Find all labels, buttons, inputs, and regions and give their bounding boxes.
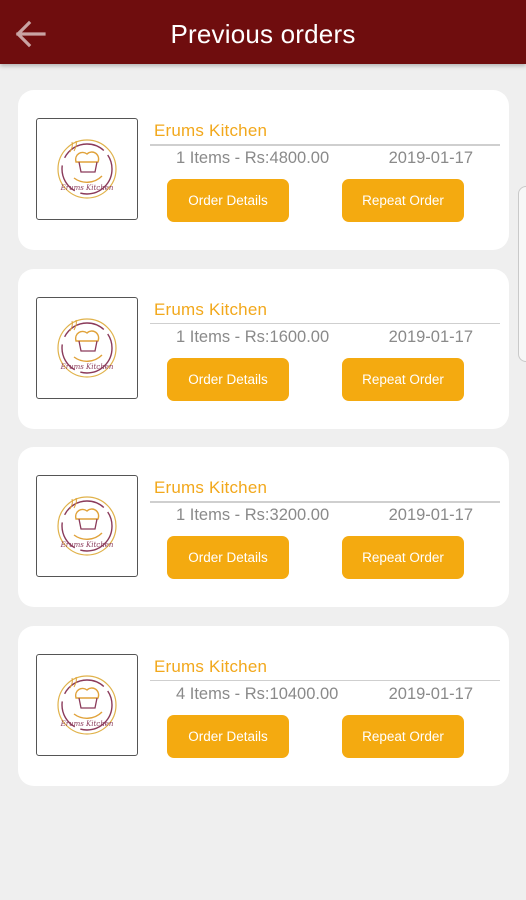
divider <box>150 144 500 146</box>
order-summary: 4 Items - Rs:10400.00 <box>176 684 339 703</box>
logo-text: Erums Kitchen <box>60 541 114 549</box>
kitchen-name: Erums Kitchen <box>154 121 268 140</box>
divider <box>150 322 500 324</box>
app-bar: Previous orders <box>0 0 526 64</box>
repeat-order-button[interactable]: Repeat Order <box>342 536 464 579</box>
order-summary: 1 Items - Rs:3200.00 <box>176 506 330 524</box>
logo-text: Erums Kitchen <box>60 184 114 192</box>
order-date: 2019-01-17 <box>388 506 473 524</box>
repeat-order-button[interactable]: Repeat Order <box>342 179 464 222</box>
kitchen-logo: Erums Kitchen <box>36 653 138 756</box>
orders-list: Erums Kitchen Erums Kitchen 1 Items - Rs… <box>18 90 509 804</box>
chef-logo-icon: Erums Kitchen <box>57 674 117 735</box>
kitchen-logo: Erums Kitchen <box>36 118 138 220</box>
order-date: 2019-01-17 <box>388 684 473 703</box>
kitchen-logo: Erums Kitchen <box>36 475 138 577</box>
order-date: 2019-01-17 <box>388 149 473 167</box>
order-details-button[interactable]: Order Details <box>167 714 289 758</box>
order-card: Erums Kitchen Erums Kitchen 1 Items - Rs… <box>18 90 509 250</box>
logo-text: Erums Kitchen <box>60 363 114 371</box>
order-summary: 1 Items - Rs:1600.00 <box>176 327 330 346</box>
repeat-order-button[interactable]: Repeat Order <box>342 357 464 401</box>
order-details-button[interactable]: Order Details <box>167 536 289 579</box>
kitchen-logo: Erums Kitchen <box>36 296 138 399</box>
chef-logo-icon: Erums Kitchen <box>57 496 117 556</box>
order-card: Erums Kitchen Erums Kitchen 4 Items - Rs… <box>18 625 509 786</box>
divider <box>150 679 500 681</box>
order-details-button[interactable]: Order Details <box>167 357 289 401</box>
kitchen-name: Erums Kitchen <box>154 478 268 497</box>
logo-text: Erums Kitchen <box>60 720 114 728</box>
order-summary: 1 Items - Rs:4800.00 <box>176 149 330 167</box>
order-details-button[interactable]: Order Details <box>167 179 289 222</box>
chef-logo-icon: Erums Kitchen <box>57 317 117 378</box>
order-card: Erums Kitchen Erums Kitchen 1 Items - Rs… <box>18 447 509 607</box>
chef-logo-icon: Erums Kitchen <box>57 139 117 199</box>
order-card: Erums Kitchen Erums Kitchen 1 Items - Rs… <box>18 268 509 429</box>
divider <box>150 501 500 503</box>
repeat-order-button[interactable]: Repeat Order <box>342 714 464 758</box>
page-title: Previous orders <box>170 19 356 49</box>
scroll-handle[interactable] <box>518 186 526 362</box>
kitchen-name: Erums Kitchen <box>154 299 268 319</box>
order-date: 2019-01-17 <box>388 327 473 346</box>
kitchen-name: Erums Kitchen <box>154 656 268 676</box>
